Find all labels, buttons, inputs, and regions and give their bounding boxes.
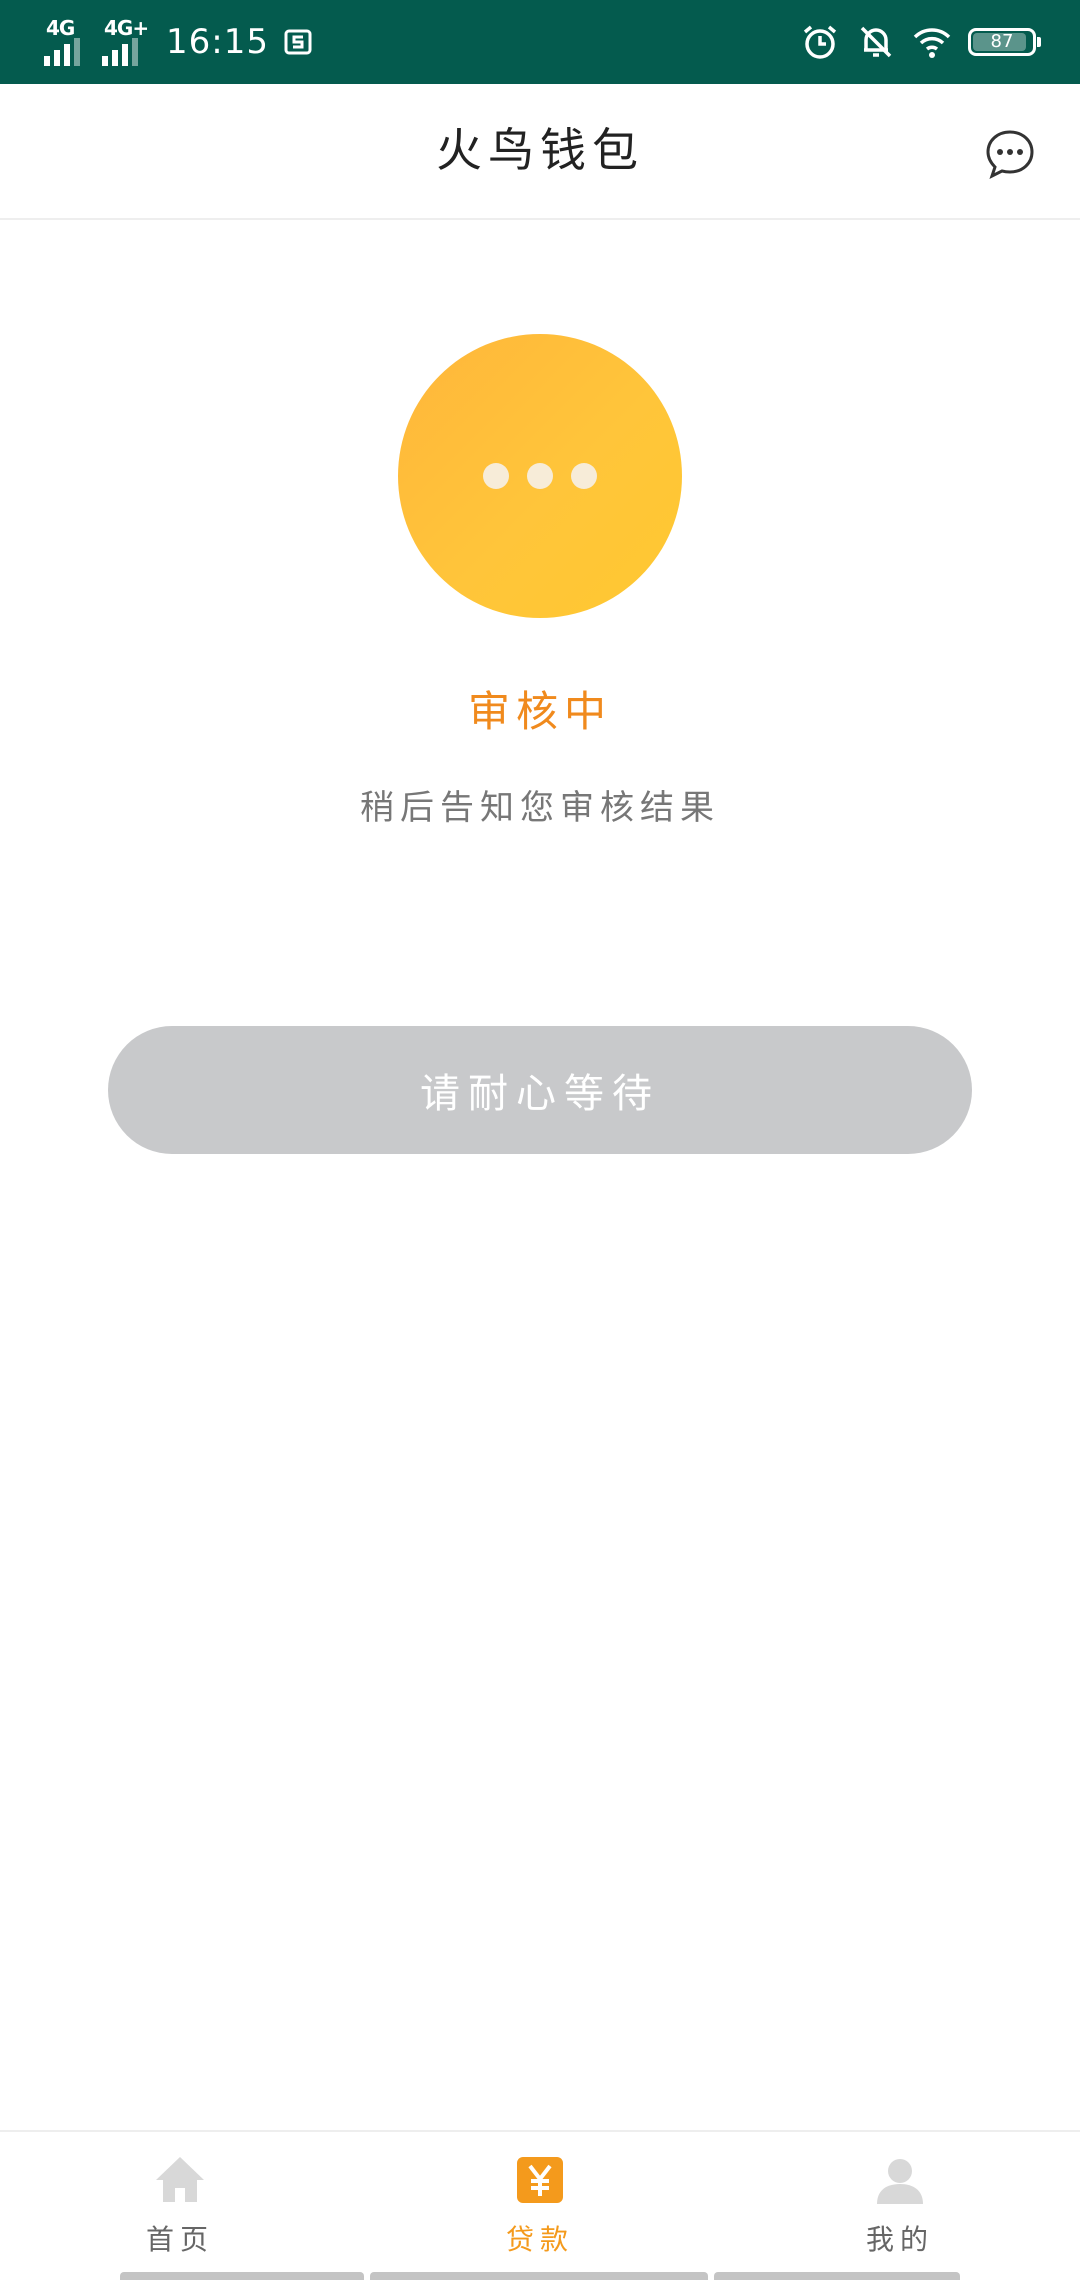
nav-indicator-right [714,2272,960,2280]
pending-dots-icon [398,334,682,618]
nav-indicator-center [370,2272,708,2280]
wait-button[interactable]: 请耐心等待 [108,1026,972,1154]
user-icon [877,2159,923,2204]
tab-home[interactable]: 首页 [60,2152,300,2258]
network-type-1: 4G [46,16,75,40]
status-title: 审核中 [467,687,612,736]
wifi-icon [913,28,951,58]
screenshot-icon [284,29,312,55]
bottom-tab-bar: 首页 贷款 我的 [0,2130,1080,2280]
status-bar-left: 4G 4G+ 16:15 [44,0,315,84]
tab-label-home: 首页 [145,2223,214,2256]
signal-icon-2: 4G+ [102,16,149,66]
home-icon [156,2157,204,2202]
yuan-icon [517,2157,563,2203]
chat-bubble-icon[interactable] [984,128,1036,180]
signal-icon: 4G [44,18,88,66]
battery-icon: 87 [968,28,1041,56]
status-message: 稍后告知您审核结果 [360,788,720,828]
alarm-icon [803,25,837,59]
network-type-2: 4G+ [104,16,149,40]
tab-loan[interactable]: 贷款 [420,2152,660,2258]
status-bar: 4G 4G+ 16:15 87 [0,0,1080,84]
tab-label-mine: 我的 [865,2223,934,2256]
mute-bell-icon [860,26,892,58]
review-page: 4G 4G+ 16:15 87 火鸟钱包 审核中 稍后告知您审核结果 请耐心等待… [0,0,1080,2280]
nav-indicator-left [120,2272,364,2280]
status-bar-right: 87 [800,0,1041,84]
app-header: 火鸟钱包 [0,84,1080,220]
status-time: 16:15 [166,22,269,62]
pending-indicator [398,334,682,618]
tab-mine[interactable]: 我的 [780,2152,1020,2258]
tab-label-loan: 贷款 [505,2223,574,2256]
battery-level: 87 [990,31,1014,52]
page-title: 火鸟钱包 [436,123,644,177]
